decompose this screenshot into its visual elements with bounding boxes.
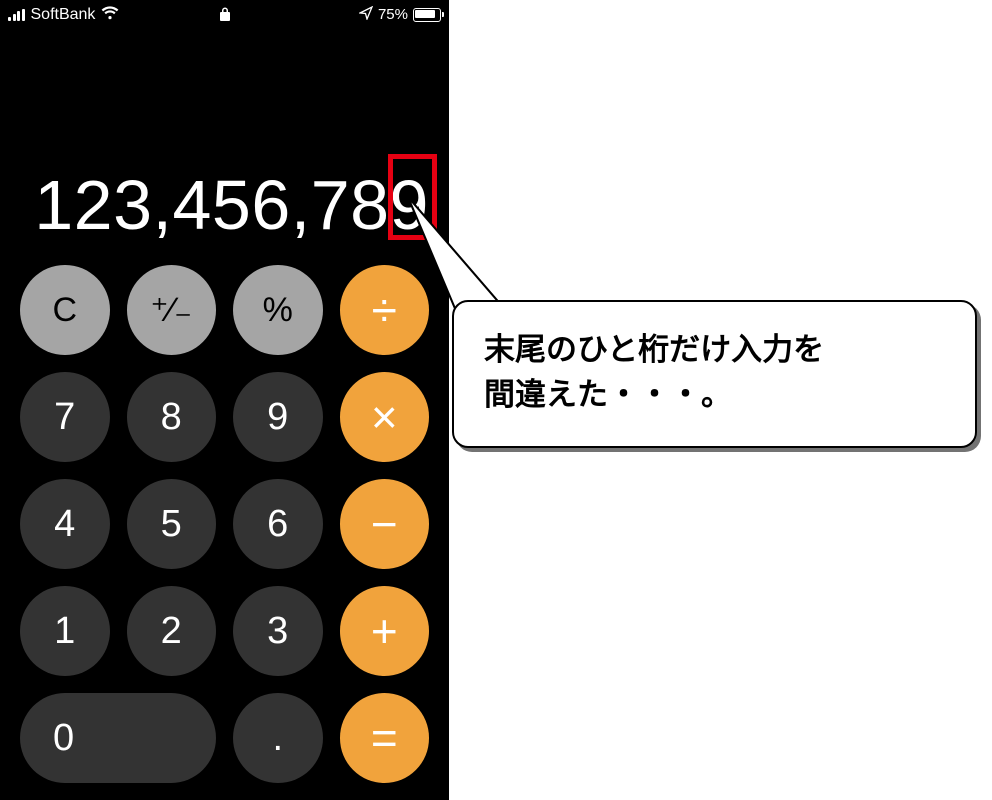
signal-icon bbox=[8, 9, 25, 21]
digit-5-button[interactable]: 5 bbox=[127, 479, 217, 569]
digit-0-button[interactable]: 0 bbox=[20, 693, 216, 783]
digit-1-button[interactable]: 1 bbox=[20, 586, 110, 676]
callout: 末尾のひと桁だけ入力を 間違えた・・・。 bbox=[452, 300, 977, 448]
keypad: C ⁺∕₋ % ÷ 7 8 9 × 4 5 6 − 1 2 3 + 0 . = bbox=[0, 265, 449, 800]
wifi-icon bbox=[101, 6, 119, 24]
multiply-button[interactable]: × bbox=[340, 372, 430, 462]
status-bar: SoftBank 75% bbox=[0, 4, 449, 32]
digit-2-button[interactable]: 2 bbox=[127, 586, 217, 676]
clear-button[interactable]: C bbox=[20, 265, 110, 355]
minus-button[interactable]: − bbox=[340, 479, 430, 569]
digit-8-button[interactable]: 8 bbox=[127, 372, 217, 462]
decimal-button[interactable]: . bbox=[233, 693, 322, 783]
digit-4-button[interactable]: 4 bbox=[20, 479, 110, 569]
divide-button[interactable]: ÷ bbox=[340, 265, 430, 355]
digit-3-button[interactable]: 3 bbox=[233, 586, 323, 676]
digit-9-button[interactable]: 9 bbox=[233, 372, 323, 462]
sign-button[interactable]: ⁺∕₋ bbox=[127, 265, 217, 355]
battery-percent: 75% bbox=[378, 6, 408, 23]
digit-7-button[interactable]: 7 bbox=[20, 372, 110, 462]
percent-button[interactable]: % bbox=[233, 265, 323, 355]
calculator-display: 123,456,789 bbox=[34, 165, 429, 245]
plus-button[interactable]: + bbox=[340, 586, 430, 676]
digit-6-button[interactable]: 6 bbox=[233, 479, 323, 569]
battery-icon bbox=[413, 8, 441, 22]
phone-screen: SoftBank 75% 123,456,789 C ⁺∕₋ % ÷ 7 8 bbox=[0, 0, 449, 800]
lock-icon bbox=[219, 6, 231, 27]
carrier-label: SoftBank bbox=[31, 6, 96, 24]
callout-text: 末尾のひと桁だけ入力を 間違えた・・・。 bbox=[452, 300, 977, 448]
location-icon bbox=[359, 6, 373, 23]
equals-button[interactable]: = bbox=[340, 693, 429, 783]
